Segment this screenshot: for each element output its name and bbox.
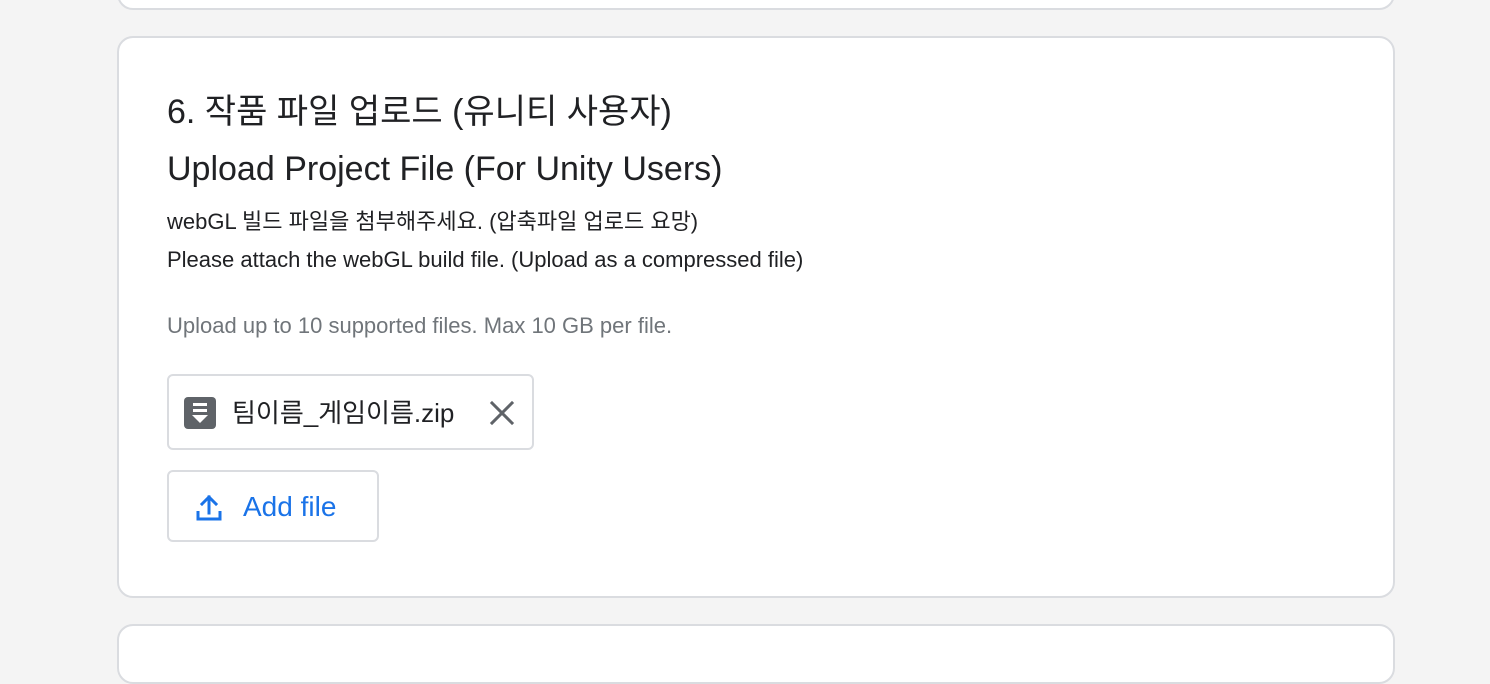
add-file-button[interactable]: Add file [167, 470, 379, 542]
previous-question-card [117, 0, 1395, 10]
upload-icon [196, 494, 222, 521]
next-question-card [117, 624, 1395, 684]
question-card-file-upload: 6. 작품 파일 업로드 (유니티 사용자) Upload Project Fi… [117, 36, 1395, 598]
question-title-korean: 6. 작품 파일 업로드 (유니티 사용자) [167, 93, 672, 131]
close-icon[interactable] [487, 398, 517, 428]
add-file-label: Add file [243, 491, 337, 522]
uploaded-file-chip[interactable]: 팀이름_게임이름.zip [167, 374, 534, 450]
zip-file-icon [184, 397, 216, 429]
question-title-english: Upload Project File (For Unity Users) [167, 150, 723, 188]
uploaded-file-name: 팀이름_게임이름.zip [232, 398, 455, 428]
question-description-english: Please attach the webGL build file. (Upl… [167, 247, 804, 272]
question-description-korean: webGL 빌드 파일을 첨부해주세요. (압축파일 업로드 요망) [167, 209, 699, 234]
upload-limit-hint: Upload up to 10 supported files. Max 10 … [167, 313, 673, 338]
